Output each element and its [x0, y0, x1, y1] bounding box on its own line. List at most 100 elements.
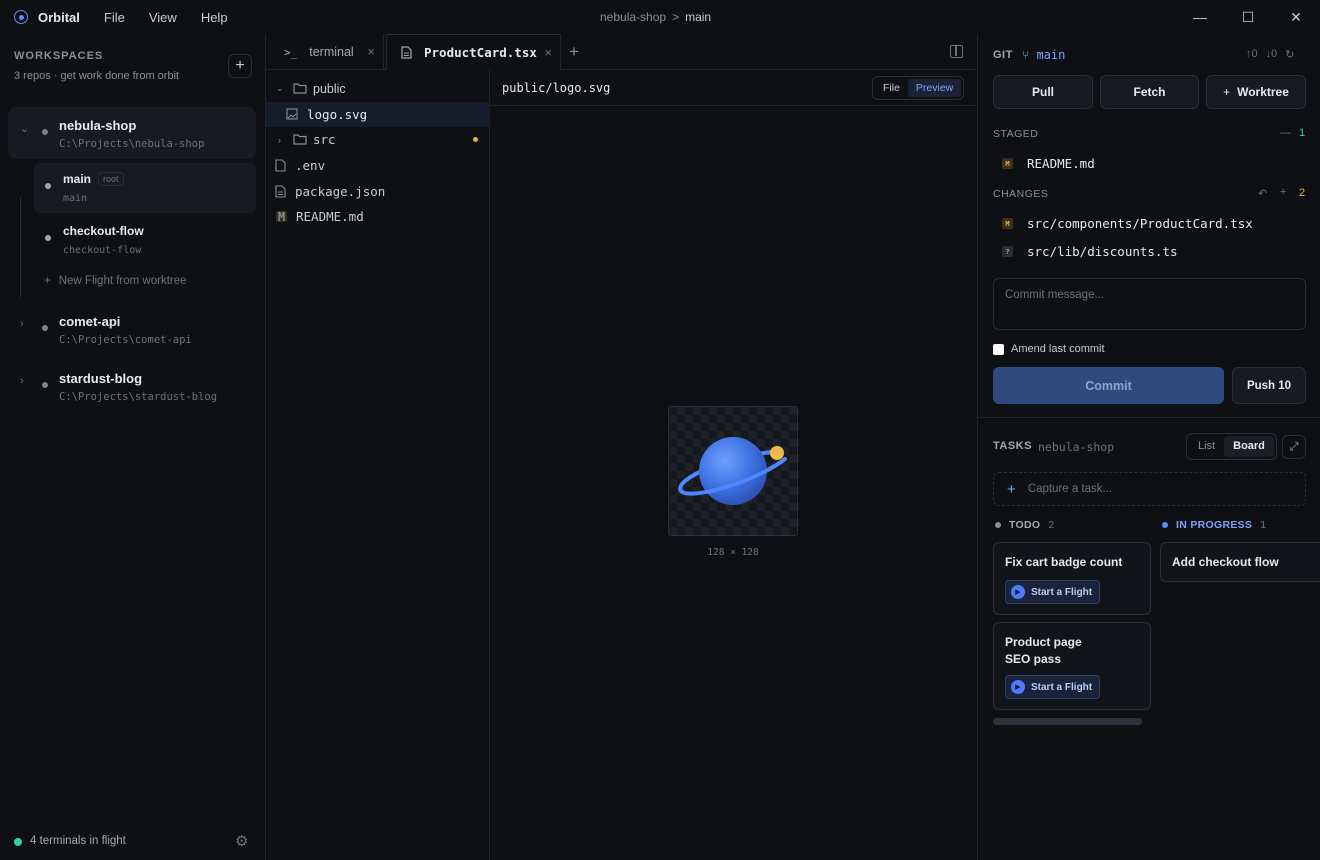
changed-file[interactable]: M src/components/ProductCard.tsx: [1002, 216, 1253, 231]
window-controls: — ☐ ✕: [1176, 0, 1320, 34]
split-view-icon[interactable]: [950, 45, 963, 58]
column-count: 1: [1260, 519, 1267, 531]
view-list-button[interactable]: List: [1189, 436, 1224, 457]
pull-button[interactable]: Pull: [993, 75, 1093, 109]
task-card[interactable]: Product page SEO pass ▶ Start a Flight: [993, 622, 1151, 710]
board-scrollbar[interactable]: [993, 718, 1142, 725]
orbital-logo-icon: [14, 10, 28, 24]
git-branch[interactable]: ⑂ main: [1022, 48, 1065, 62]
menu-view[interactable]: View: [149, 10, 177, 25]
preview-header: public/logo.svg File Preview: [490, 70, 976, 106]
tree-item-file[interactable]: package.json: [266, 179, 489, 204]
chevron-right-icon[interactable]: ›: [20, 375, 24, 387]
git-branch-name: main: [1036, 48, 1066, 62]
panel-divider: [978, 417, 1320, 418]
tab-bar: >_ terminal × ProductCard.tsx × +: [266, 34, 976, 70]
plus-icon: +: [44, 275, 51, 287]
breadcrumb-branch[interactable]: main: [685, 10, 711, 24]
staged-file[interactable]: M README.md: [1002, 156, 1095, 171]
workspaces-header: WORKSPACES 3 repos · get work done from …: [14, 50, 179, 82]
branch-sub: main: [63, 193, 88, 204]
repo-stardust-blog[interactable]: › stardust-blog C:\Projects\stardust-blo…: [8, 360, 256, 412]
column-dot: [995, 522, 1001, 528]
tasks-view-toggle: List Board: [1186, 433, 1277, 460]
repo-name: nebula-shop: [59, 118, 137, 133]
column-dot: [1162, 522, 1168, 528]
amend-checkbox[interactable]: [993, 343, 1004, 355]
column-name: TODO: [1009, 519, 1041, 531]
tree-item-file[interactable]: M README.md: [266, 204, 489, 229]
view-board-button[interactable]: Board: [1224, 436, 1274, 457]
tree-item-file[interactable]: .env: [266, 153, 489, 178]
refresh-icon[interactable]: ↻: [1285, 48, 1294, 61]
close-tab-icon[interactable]: ×: [367, 44, 375, 59]
tab-terminal[interactable]: >_ terminal ×: [266, 34, 384, 70]
image-dimensions: 128 × 128: [707, 547, 759, 558]
column-count: 2: [1048, 519, 1055, 531]
expand-icon[interactable]: ⤢: [1282, 435, 1306, 459]
chevron-down-icon[interactable]: ⌄: [20, 122, 29, 135]
menu-help[interactable]: Help: [201, 10, 228, 25]
tree-item-label: README.md: [296, 209, 364, 224]
gear-icon[interactable]: ⚙: [235, 832, 248, 850]
start-flight-button[interactable]: ▶ Start a Flight: [1005, 675, 1101, 699]
branch-sub: checkout-flow: [63, 245, 142, 256]
commit-message-input[interactable]: Commit message...: [993, 278, 1306, 330]
minimize-icon[interactable]: —: [1176, 0, 1224, 34]
tab-productcard[interactable]: ProductCard.tsx ×: [386, 34, 561, 70]
repo-path: C:\Projects\stardust-blog: [59, 391, 218, 403]
menu-file[interactable]: File: [104, 10, 125, 25]
file-tree: ⌄ public logo.svg › src .env package.jso…: [266, 70, 490, 860]
branch-item-main[interactable]: main root main: [34, 163, 256, 213]
tree-item-folder[interactable]: ⌄ public: [266, 76, 489, 101]
unstage-all-icon[interactable]: —: [1280, 127, 1291, 139]
tree-item-file[interactable]: logo.svg: [266, 102, 489, 127]
repo-name: stardust-blog: [59, 371, 143, 386]
repo-nebula-shop[interactable]: ⌄ nebula-shop C:\Projects\nebula-shop: [8, 107, 256, 159]
changed-file-name: src/components/ProductCard.tsx: [1027, 216, 1253, 231]
capture-task-input[interactable]: + Capture a task...: [993, 472, 1306, 506]
branch-icon: ⑂: [1022, 48, 1037, 62]
breadcrumb-repo[interactable]: nebula-shop: [600, 10, 666, 24]
column-inprogress-header: IN PROGRESS 1: [1162, 519, 1266, 531]
commit-button[interactable]: Commit: [993, 367, 1224, 404]
mode-file-button[interactable]: File: [875, 79, 908, 97]
image-file-icon: [286, 108, 298, 120]
start-flight-button[interactable]: ▶ Start a Flight: [1005, 580, 1101, 604]
branch-status-dot: [45, 235, 51, 241]
task-card[interactable]: Fix cart badge count ▶ Start a Flight: [993, 542, 1151, 615]
stage-all-icon[interactable]: +: [1280, 186, 1286, 198]
worktree-button[interactable]: + Worktree: [1206, 75, 1306, 109]
online-status-dot: [14, 838, 22, 846]
branch-item-checkout-flow[interactable]: checkout-flow checkout-flow: [34, 215, 256, 265]
fetch-button[interactable]: Fetch: [1100, 75, 1199, 109]
new-flight-button[interactable]: + New Flight from worktree: [44, 275, 187, 287]
capture-placeholder: Capture a task...: [1027, 483, 1113, 495]
branch-status-dot: [45, 183, 51, 189]
play-icon: ▶: [1011, 585, 1025, 599]
new-tab-icon[interactable]: +: [569, 42, 579, 62]
chevron-right-icon: ›: [278, 134, 281, 145]
mode-preview-button[interactable]: Preview: [907, 79, 962, 97]
file-icon: [275, 185, 286, 198]
close-tab-icon[interactable]: ×: [544, 45, 552, 60]
folder-open-icon: [293, 83, 307, 94]
add-workspace-button[interactable]: +: [228, 54, 252, 78]
maximize-icon[interactable]: ☐: [1224, 0, 1272, 34]
amend-checkbox-row[interactable]: Amend last commit: [993, 343, 1105, 355]
start-flight-label: Start a Flight: [1031, 681, 1093, 693]
file-icon: [275, 159, 286, 172]
tree-item-folder[interactable]: › src: [266, 127, 489, 152]
chevron-right-icon[interactable]: ›: [20, 318, 24, 330]
changed-file[interactable]: ? src/lib/discounts.ts: [1002, 244, 1178, 259]
discard-all-icon[interactable]: ↶: [1258, 187, 1267, 200]
task-card[interactable]: Add checkout flow: [1160, 542, 1320, 582]
repo-comet-api[interactable]: › comet-api C:\Projects\comet-api: [8, 303, 256, 355]
worktree-label: Worktree: [1237, 85, 1289, 99]
modified-dot: [473, 137, 478, 142]
close-icon[interactable]: ✕: [1272, 0, 1320, 34]
push-button[interactable]: Push 10: [1232, 367, 1306, 404]
tree-item-label: logo.svg: [307, 107, 368, 122]
sidebar-footer: 4 terminals in flight ⚙: [0, 828, 265, 860]
workspaces-title: WORKSPACES: [14, 50, 104, 62]
